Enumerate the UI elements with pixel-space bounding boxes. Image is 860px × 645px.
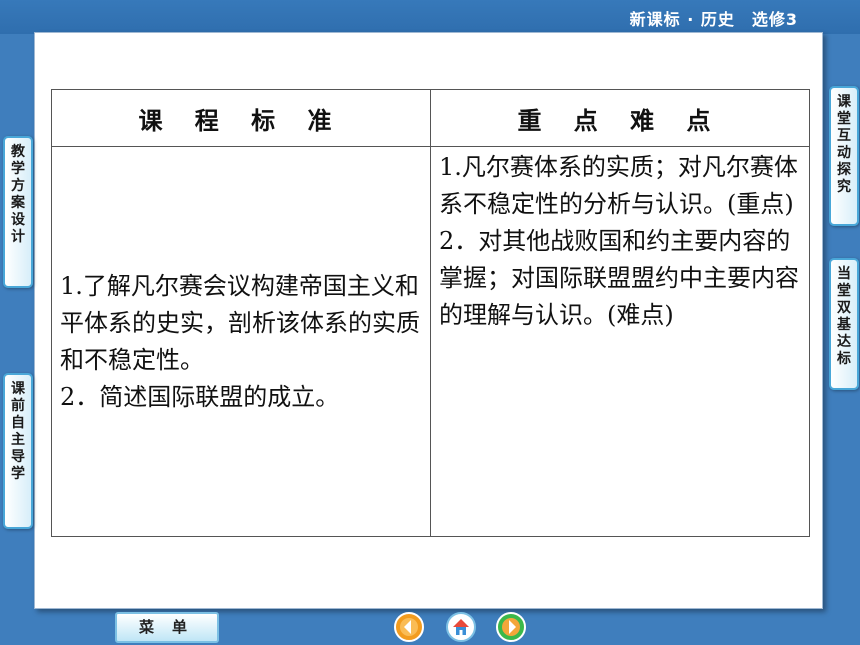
tab-in-class-assessment[interactable]: 当堂双基达标 bbox=[829, 258, 859, 390]
table-row: 1.了解凡尔赛会议构建帝国主义和平体系的史实，剖析该体系的实质和不稳定性。 2．… bbox=[51, 146, 810, 537]
tab-teaching-plan-label: 教学方案设计 bbox=[11, 144, 25, 245]
table-header-row: 课 程 标 准 重 点 难 点 bbox=[51, 89, 810, 147]
tab-in-class-assessment-label: 当堂双基达标 bbox=[837, 266, 851, 367]
slide-content: 课 程 标 准 重 点 难 点 1.了解凡尔赛会议构建帝国主义和平体系的史实，剖… bbox=[34, 32, 823, 609]
course-title: 新课标 · 历史 选修3 bbox=[629, 10, 798, 29]
header-key-difficult-points: 重 点 难 点 bbox=[430, 89, 810, 147]
menu-button[interactable]: 菜单 bbox=[115, 612, 219, 643]
curriculum-table: 课 程 标 准 重 点 难 点 1.了解凡尔赛会议构建帝国主义和平体系的史实，剖… bbox=[51, 89, 810, 537]
arrow-left-icon[interactable] bbox=[394, 612, 424, 642]
standard-item-2: 2．简述国际联盟的成立。 bbox=[60, 382, 340, 411]
tab-pre-class-study[interactable]: 课前自主导学 bbox=[3, 373, 33, 529]
tab-teaching-plan[interactable]: 教学方案设计 bbox=[3, 136, 33, 288]
standard-item-1: 1.了解凡尔赛会议构建帝国主义和平体系的史实，剖析该体系的实质和不稳定性。 bbox=[60, 271, 420, 374]
tab-classroom-interaction[interactable]: 课堂互动探究 bbox=[829, 86, 859, 226]
tab-classroom-interaction-label: 课堂互动探究 bbox=[837, 94, 851, 195]
header-curriculum-standard: 课 程 标 准 bbox=[51, 89, 431, 147]
arrow-right-icon[interactable] bbox=[496, 612, 526, 642]
home-icon[interactable] bbox=[446, 612, 476, 642]
curriculum-standard-cell: 1.了解凡尔赛会议构建帝国主义和平体系的史实，剖析该体系的实质和不稳定性。 2．… bbox=[51, 146, 431, 537]
key-point-item-1: 1.凡尔赛体系的实质；对凡尔赛体系不稳定性的分析与认识。(重点) bbox=[439, 153, 798, 218]
tab-pre-class-study-label: 课前自主导学 bbox=[11, 381, 25, 482]
key-point-item-2: 2．对其他战败国和约主要内容的掌握；对国际联盟盟约中主要内容的理解与认识。(难点… bbox=[439, 227, 799, 329]
top-bar: 新课标 · 历史 选修3 bbox=[0, 0, 860, 34]
key-points-cell: 1.凡尔赛体系的实质；对凡尔赛体系不稳定性的分析与认识。(重点) 2．对其他战败… bbox=[430, 146, 810, 537]
